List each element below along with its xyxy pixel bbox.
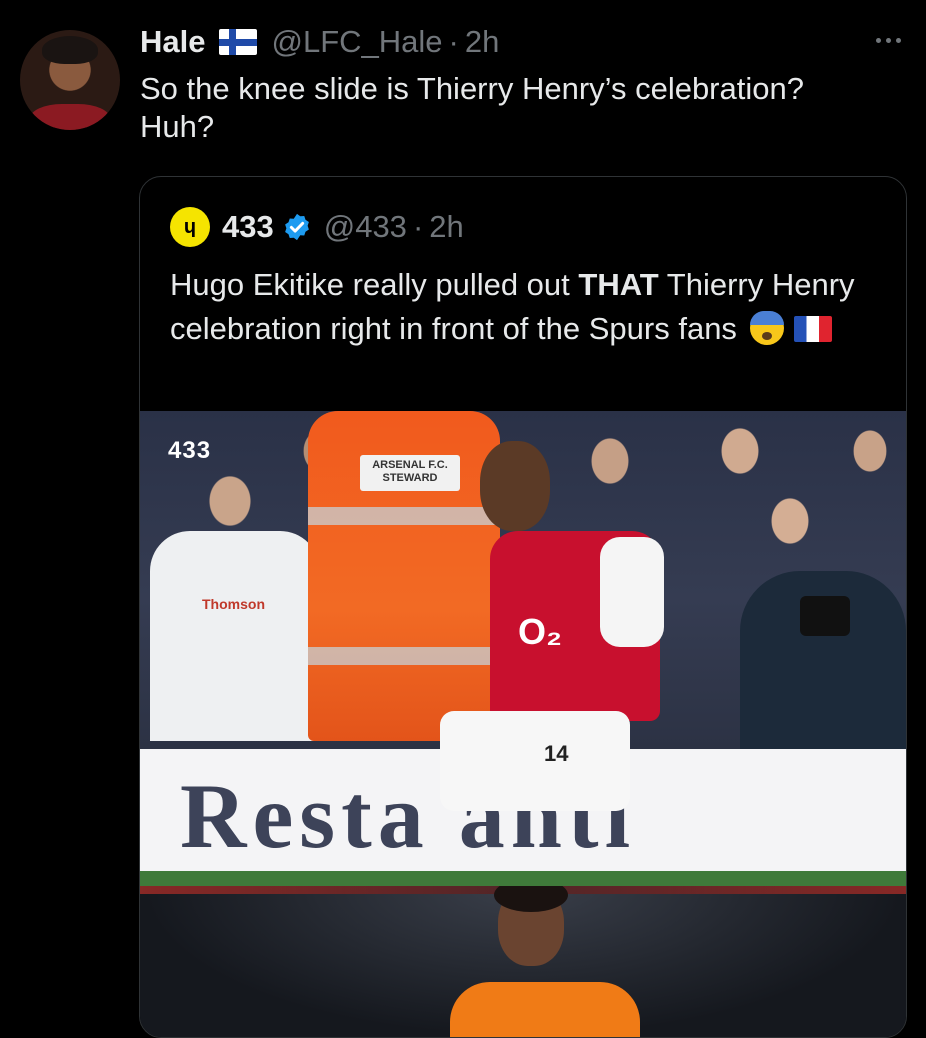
player-henry: O₂ 14 — [440, 441, 664, 871]
player-shirt — [450, 982, 640, 1037]
photo-ekitike[interactable] — [140, 886, 906, 1037]
433-watermark: 433 — [168, 437, 212, 464]
tweet-header: Hale @LFC_Hale · 2h — [140, 24, 499, 60]
separator-dot: · — [448, 24, 459, 59]
quoted-text-bold: THAT — [578, 267, 659, 302]
fan-shirt-sponsor: Thomson — [202, 596, 265, 612]
more-options-icon[interactable] — [870, 28, 906, 52]
quoted-author-name[interactable]: 433 — [222, 209, 274, 245]
tweet-text-line: So the knee slide is Thierry Henry’s cel… — [140, 71, 804, 106]
timestamp[interactable]: 2h — [465, 24, 499, 60]
media-grid[interactable]: Thomson ARSENAL F.C. STEWARD Resta anti … — [140, 411, 906, 1037]
more-dot — [875, 37, 881, 43]
tweet[interactable]: Hale @LFC_Hale · 2h So the knee slide is… — [0, 0, 926, 1038]
tweet-text-line: Huh? — [140, 109, 215, 144]
quoted-timestamp[interactable]: 2h — [429, 209, 463, 245]
author-handle[interactable]: @LFC_Hale — [271, 24, 442, 60]
shirt-sponsor: O₂ — [518, 611, 562, 652]
player-ekitike — [450, 886, 640, 1037]
433-logo-icon[interactable]: ɥ — [170, 207, 210, 247]
avatar-shirt — [30, 104, 110, 130]
player-head — [480, 441, 550, 531]
more-dot — [885, 37, 891, 43]
camera-icon — [800, 596, 850, 636]
quoted-author-handle[interactable]: @433 — [324, 209, 407, 245]
quoted-tweet[interactable]: ɥ 433 @433 · 2h Hugo Ekitike really pull… — [139, 176, 907, 1038]
quoted-tweet-header: ɥ 433 @433 · 2h — [170, 207, 464, 247]
author-name[interactable]: Hale — [140, 24, 205, 60]
avatar-hair — [42, 36, 98, 64]
more-dot — [895, 37, 901, 43]
verified-badge-icon — [284, 213, 309, 241]
finland-flag-icon — [219, 29, 258, 55]
fan-spurs-shirt — [150, 531, 320, 741]
photo-henry-celebration[interactable]: Thomson ARSENAL F.C. STEWARD Resta anti … — [140, 411, 906, 886]
pitch-grass — [140, 871, 906, 886]
quoted-tweet-text: Hugo Ekitike really pulled out THAT Thie… — [170, 263, 870, 351]
player-sleeve — [600, 537, 664, 647]
avatar[interactable] — [20, 30, 120, 130]
tweet-text: So the knee slide is Thierry Henry’s cel… — [140, 70, 900, 146]
separator-dot: · — [412, 209, 424, 244]
france-flag-icon — [793, 316, 832, 342]
shirt-number: 14 — [544, 741, 569, 766]
quoted-text-part: Hugo Ekitike really pulled out — [170, 267, 579, 302]
player-shorts — [440, 711, 630, 811]
anxious-face-icon — [749, 311, 784, 345]
